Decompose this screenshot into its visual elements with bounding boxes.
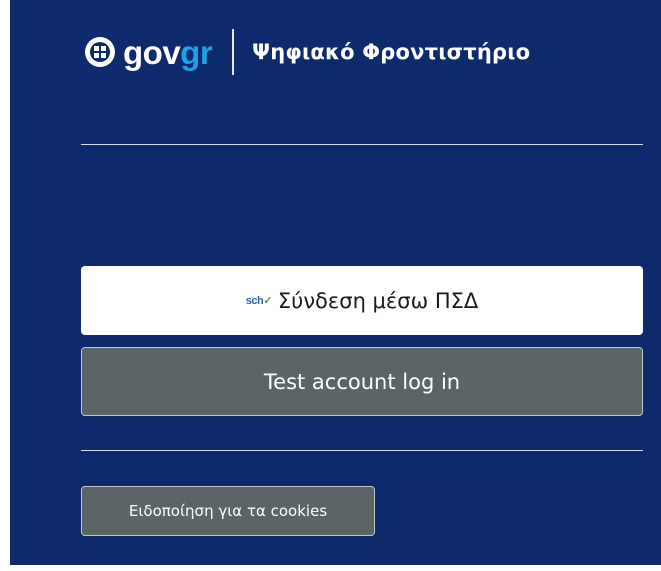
sch-login-button[interactable]: sch✓ Σύνδεση μέσω ΠΣΔ [81,266,643,335]
page-title: Ψηφιακό Φροντιστήριο [252,40,531,64]
govgr-logo: govgr [123,33,213,71]
test-account-login-button[interactable]: Test account log in [81,347,643,416]
sch-login-label: Σύνδεση μέσω ΠΣΔ [277,288,479,313]
test-account-login-label: Test account log in [263,369,461,394]
greek-emblem-icon [85,37,115,67]
sch-logo-icon: sch✓ [245,295,273,307]
cookies-notice-button[interactable]: Ειδοποίηση για τα cookies [81,486,375,536]
top-divider [81,144,643,145]
cookies-notice-label: Ειδοποίηση για τα cookies [128,502,328,520]
login-panel: govgr Ψηφιακό Φροντιστήριο sch✓ Σύνδεση … [10,0,661,565]
site-header: govgr Ψηφιακό Φροντιστήριο [85,26,530,78]
bottom-divider [81,450,643,451]
header-divider [232,29,235,75]
